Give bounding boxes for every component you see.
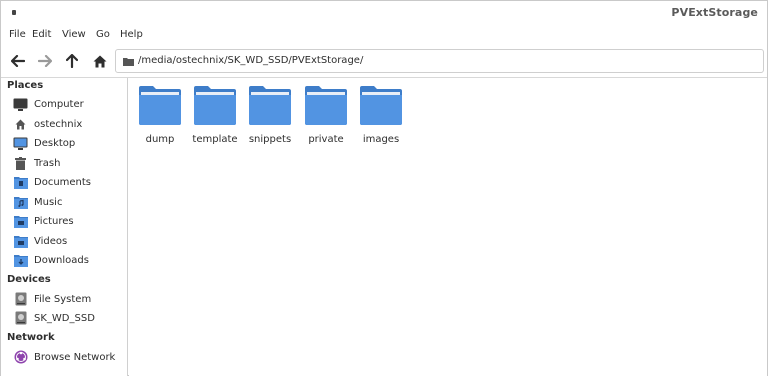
pictures-folder-icon	[13, 214, 28, 229]
window-title: PVExtStorage	[671, 6, 758, 19]
sidebar-item-videos[interactable]: Videos	[13, 232, 125, 250]
folder-item-dump[interactable]: dump	[137, 86, 183, 150]
home-icon	[93, 55, 107, 67]
back-button[interactable]	[7, 50, 29, 72]
computer-icon	[13, 97, 28, 112]
folder-item-template[interactable]: template	[192, 86, 238, 150]
sidebar-item-desktop[interactable]: Desktop	[13, 134, 125, 152]
sidebar-item-home[interactable]: ostechnix	[13, 115, 125, 133]
menu-edit[interactable]: Edit	[32, 29, 51, 40]
trash-icon	[13, 156, 28, 171]
network-icon	[13, 350, 28, 365]
home-icon	[13, 117, 28, 132]
folder-icon	[305, 86, 347, 125]
menu-file[interactable]: File	[9, 29, 26, 40]
drive-icon	[13, 292, 28, 307]
places-heading: Places	[7, 80, 44, 91]
file-view: dump template snippets private images	[129, 78, 767, 376]
sidebar-item-trash[interactable]: Trash	[13, 154, 125, 172]
sidebar-item-music[interactable]: Music	[13, 193, 125, 211]
sidebar-item-pictures[interactable]: Pictures	[13, 212, 125, 230]
videos-folder-icon	[13, 234, 28, 249]
arrow-up-icon	[66, 54, 78, 68]
sidebar-item-browse-network[interactable]: Browse Network	[13, 348, 125, 366]
sidebar-item-sk-wd-ssd[interactable]: SK_WD_SSD	[13, 309, 125, 327]
drive-icon	[13, 311, 28, 326]
sidebar-item-computer[interactable]: Computer	[13, 95, 125, 113]
desktop-icon	[13, 136, 28, 151]
devices-heading: Devices	[7, 274, 51, 285]
menu-bar: File Edit View Go Help	[1, 25, 767, 45]
music-folder-icon	[13, 195, 28, 210]
folder-item-private[interactable]: private	[303, 86, 349, 150]
arrow-left-icon	[11, 55, 25, 67]
toolbar: /media/ostechnix/SK_WD_SSD/PVExtStorage/	[1, 45, 767, 77]
location-bar[interactable]: /media/ostechnix/SK_WD_SSD/PVExtStorage/	[115, 49, 764, 73]
sidebar-item-file-system[interactable]: File System	[13, 290, 125, 308]
folder-item-images[interactable]: images	[358, 86, 404, 150]
forward-button[interactable]	[34, 50, 56, 72]
folder-icon	[123, 58, 134, 66]
folder-icon	[194, 86, 236, 125]
sidebar: Places Computer ostechnix Desktop Trash	[1, 78, 128, 376]
sidebar-item-documents[interactable]: Documents	[13, 173, 125, 191]
file-manager-window: PVExtStorage File Edit View Go Help /med…	[0, 0, 768, 376]
location-path[interactable]: /media/ostechnix/SK_WD_SSD/PVExtStorage/	[138, 55, 363, 66]
folder-icon	[139, 86, 181, 125]
menu-view[interactable]: View	[62, 29, 86, 40]
network-heading: Network	[7, 332, 55, 343]
title-bar[interactable]: PVExtStorage	[1, 1, 767, 25]
menu-help[interactable]: Help	[120, 29, 143, 40]
menu-go[interactable]: Go	[96, 29, 110, 40]
up-button[interactable]	[61, 50, 83, 72]
folder-item-snippets[interactable]: snippets	[247, 86, 293, 150]
sidebar-item-downloads[interactable]: Downloads	[13, 251, 125, 269]
folder-icon	[360, 86, 402, 125]
folder-icon	[249, 86, 291, 125]
documents-folder-icon	[13, 175, 28, 190]
home-button[interactable]	[89, 50, 111, 72]
downloads-folder-icon	[13, 253, 28, 268]
window-menu-icon[interactable]	[12, 10, 16, 15]
arrow-right-icon	[38, 55, 52, 67]
